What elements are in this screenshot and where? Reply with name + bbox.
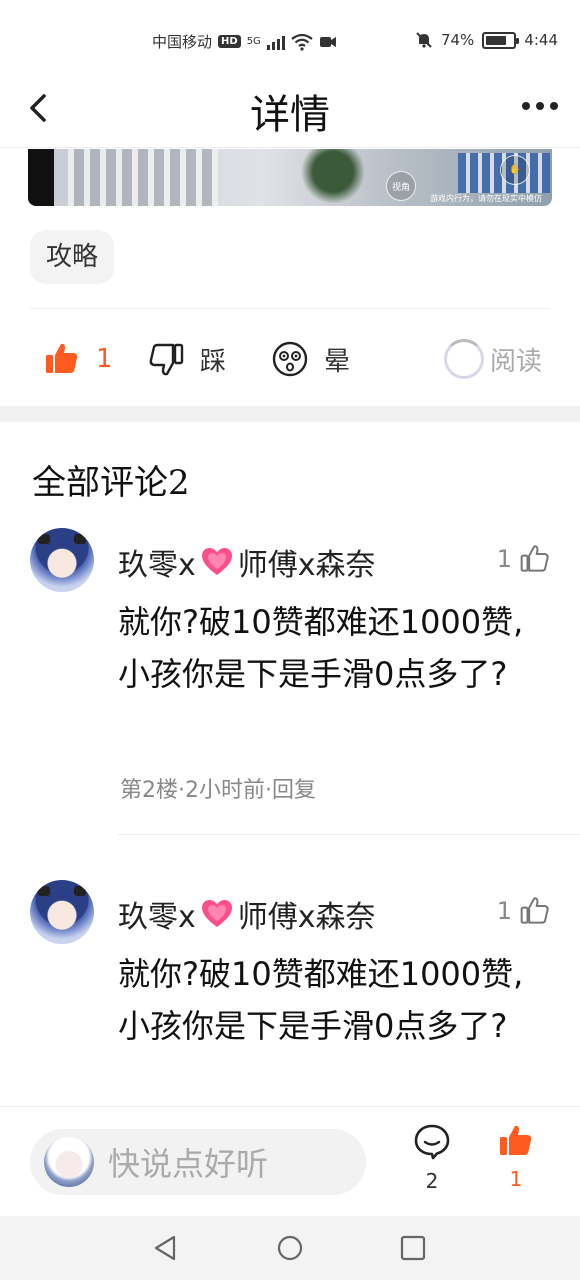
- dot-icon: [550, 102, 558, 110]
- like-button[interactable]: 1: [42, 336, 113, 382]
- heart-icon: [201, 900, 232, 927]
- comment-input[interactable]: 快说点好听: [30, 1129, 366, 1195]
- bottom-like-count: 1: [509, 1167, 523, 1191]
- my-avatar: [44, 1137, 94, 1187]
- avatar-horn: [38, 886, 50, 896]
- dot-icon: [522, 102, 530, 110]
- comments-button[interactable]: 2: [407, 1123, 457, 1193]
- dislike-label: 踩: [200, 346, 227, 377]
- comment-text: 就你?破10赞都难还1000赞,小孩你是下是手滑0点多了?: [118, 955, 524, 1045]
- comment-username[interactable]: 玖零x 师傅x森奈: [118, 892, 376, 936]
- battery-percent: 74%: [440, 31, 475, 49]
- thumbs-up-icon: [42, 339, 82, 379]
- read-button[interactable]: 阅读: [444, 336, 542, 382]
- username-part: 玖零x: [118, 900, 196, 935]
- avatar-horn: [38, 534, 50, 544]
- hand-icon[interactable]: ✋: [500, 155, 530, 185]
- thumbs-up-outline-icon: [520, 545, 549, 572]
- avatar[interactable]: [30, 528, 94, 592]
- comment-bubble-icon: [414, 1124, 450, 1160]
- camera-icon: [319, 36, 336, 47]
- status-bar: 中国移动 HD 5G 74% 4:44: [0, 0, 580, 80]
- comment-like-button[interactable]: 1: [497, 896, 550, 926]
- comment-meta[interactable]: 第2楼·2小时前·回复: [120, 772, 316, 804]
- comment-like-count: 1: [496, 897, 512, 925]
- video-player[interactable]: 视角 ✋ 游戏内行为，请勿在现实中模仿: [28, 149, 552, 206]
- status-right: 74% 4:44: [415, 31, 558, 49]
- mute-bell-icon: [416, 32, 432, 48]
- system-nav-bar: [0, 1216, 580, 1280]
- wifi-icon: [291, 33, 313, 51]
- divider: [118, 834, 580, 835]
- username-part: 玖零x: [118, 548, 196, 583]
- avatar-horn: [74, 886, 86, 896]
- signal-icon: [266, 34, 285, 50]
- network-label: 5G: [246, 36, 261, 47]
- video-scene-tree: [288, 149, 378, 206]
- comment-like-count: 1: [496, 545, 512, 573]
- nav-back-icon[interactable]: [152, 1234, 180, 1262]
- hd-badge: HD: [218, 35, 241, 48]
- comment-count: 2: [425, 1169, 439, 1193]
- top-app-bar: 详情: [0, 80, 580, 148]
- page-title: 详情: [250, 92, 330, 138]
- thumbs-up-outline-icon: [520, 897, 549, 924]
- dizzy-button[interactable]: 晕: [270, 336, 350, 382]
- status-left: 中国移动 HD 5G: [152, 31, 337, 52]
- section-separator: [0, 406, 580, 422]
- thumbs-up-icon: [500, 1125, 532, 1155]
- username-part: 师傅x森奈: [237, 548, 376, 583]
- dizzy-face-icon: [270, 339, 310, 379]
- divider: [30, 308, 550, 309]
- battery-icon: [482, 31, 520, 49]
- comment-like-button[interactable]: 1: [497, 544, 550, 574]
- comment-username[interactable]: 玖零x 师傅x森奈: [118, 540, 376, 584]
- dot-icon: [536, 102, 544, 110]
- video-scene-railing: [68, 149, 218, 206]
- heart-icon: [201, 548, 232, 575]
- video-disclaimer: 游戏内行为，请勿在现实中模仿: [430, 194, 542, 203]
- bottom-bar: 快说点好听 2 1: [0, 1106, 580, 1216]
- clock: 4:44: [524, 31, 558, 49]
- loading-spinner-icon: [444, 339, 484, 379]
- avatar[interactable]: [30, 880, 94, 944]
- dislike-button[interactable]: 踩: [146, 336, 226, 382]
- topic-tag[interactable]: 攻略: [30, 230, 115, 284]
- avatar-horn: [74, 534, 86, 544]
- comment-placeholder: 快说点好听: [108, 1145, 269, 1183]
- nav-recents-icon[interactable]: [399, 1234, 427, 1262]
- bottom-like-button[interactable]: 1: [491, 1123, 541, 1191]
- thumbs-down-icon: [146, 339, 186, 379]
- comment-text: 就你?破10赞都难还1000赞,小孩你是下是手滑0点多了?: [118, 603, 524, 693]
- more-options-button[interactable]: [522, 102, 558, 110]
- comments-title: 全部评论2: [32, 463, 190, 503]
- dizzy-label: 晕: [324, 346, 351, 377]
- like-count: 1: [96, 344, 113, 374]
- view-angle-button[interactable]: 视角: [386, 171, 416, 201]
- username-part: 师傅x森奈: [237, 900, 376, 935]
- nav-home-icon[interactable]: [276, 1234, 304, 1262]
- read-label: 阅读: [490, 346, 543, 377]
- carrier-label: 中国移动: [152, 33, 213, 51]
